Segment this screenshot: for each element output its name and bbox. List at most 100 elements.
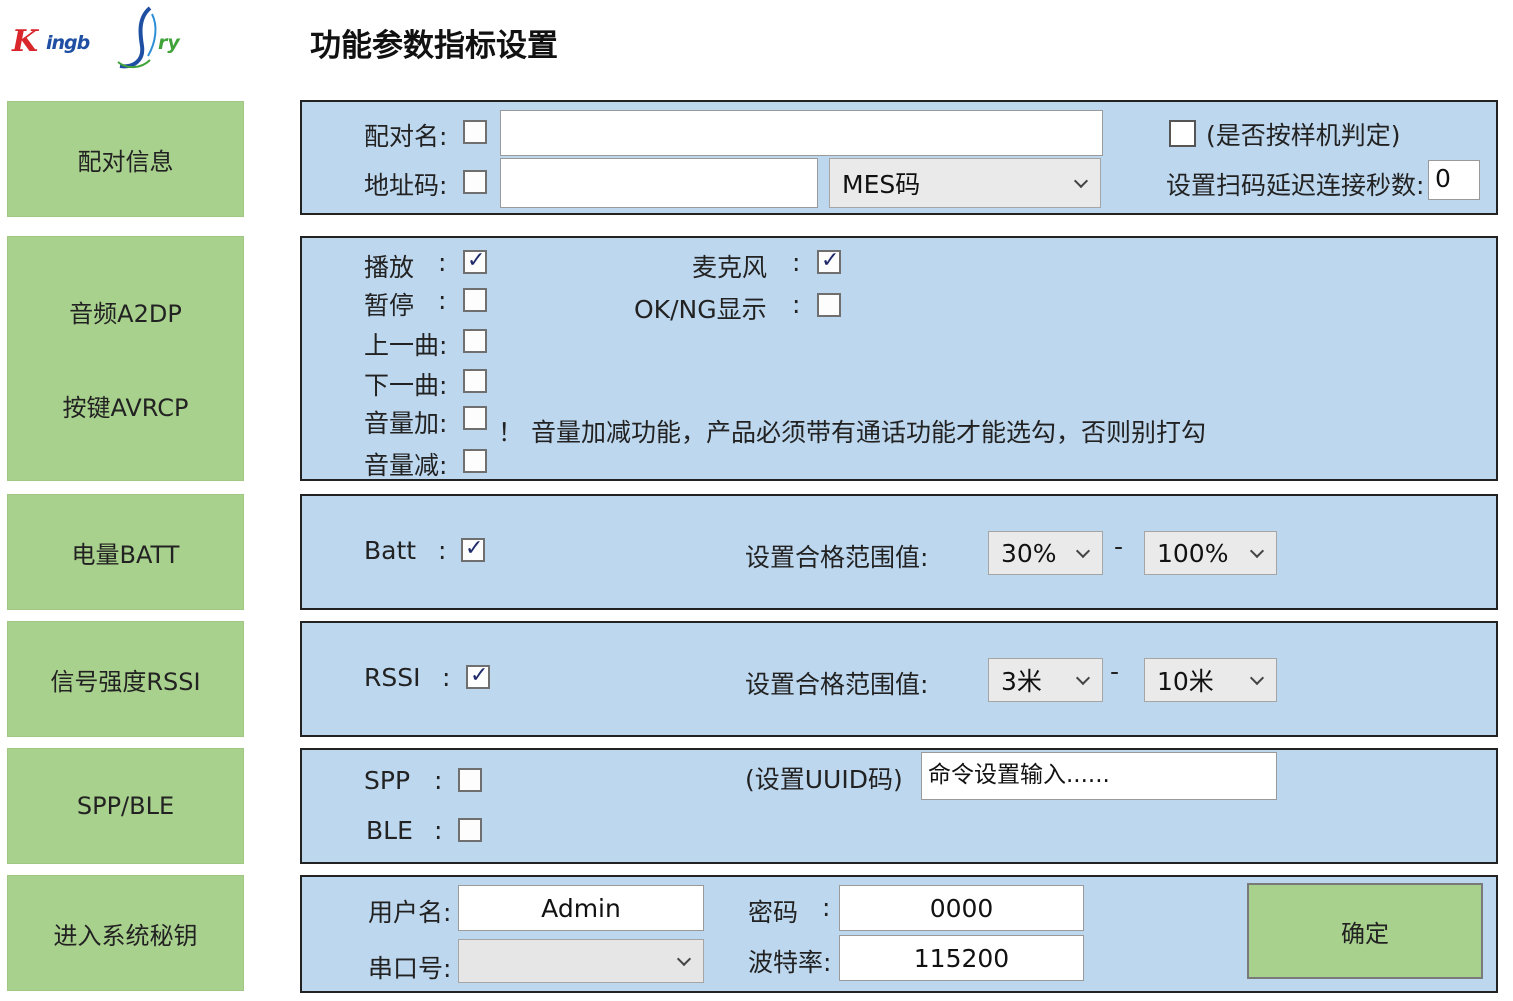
sidebar-item-audio-keys[interactable]: 音频A2DP 按键AVRCP bbox=[7, 236, 244, 481]
ble-label: BLE bbox=[366, 816, 413, 845]
battery-panel: Batt : ✓ 设置合格范围值: 30% - 100% bbox=[300, 494, 1498, 610]
play-label: 播放 bbox=[364, 253, 415, 282]
checkmark-icon: ✓ bbox=[821, 248, 840, 273]
checkmark-icon: ✓ bbox=[465, 536, 484, 561]
spp-colon: : bbox=[434, 766, 443, 795]
pair-name-label: 配对名: bbox=[364, 122, 448, 151]
volume-down-label: 音量减: bbox=[364, 451, 448, 480]
batt-min-select[interactable]: 30% bbox=[988, 531, 1103, 575]
volume-down-checkbox[interactable] bbox=[463, 449, 487, 473]
logo-swoosh-icon bbox=[117, 6, 157, 69]
sample-judge-label: (是否按样机判定) bbox=[1206, 121, 1401, 150]
address-label: 地址码: bbox=[364, 171, 448, 200]
sidebar-item-spp-ble[interactable]: SPP/BLE bbox=[7, 748, 244, 864]
prev-track-label: 上一曲: bbox=[364, 331, 448, 360]
sidebar-item-label-keys: 按键AVRCP bbox=[62, 393, 189, 422]
password-input[interactable]: 0000 bbox=[839, 885, 1084, 931]
play-checkbox[interactable]: ✓ bbox=[463, 248, 487, 274]
rssi-min-value: 3米 bbox=[1001, 667, 1042, 696]
sample-judge-checkbox[interactable] bbox=[1169, 120, 1196, 147]
okng-label: OK/NG显示 bbox=[634, 295, 767, 324]
sidebar-item-system-key[interactable]: 进入系统秘钥 bbox=[7, 875, 244, 991]
chevron-down-icon bbox=[1249, 670, 1265, 686]
rssi-min-select[interactable]: 3米 bbox=[988, 658, 1103, 702]
batt-label: Batt bbox=[364, 536, 417, 565]
serial-port-label: 串口号: bbox=[368, 954, 452, 983]
pause-colon: : bbox=[438, 286, 447, 315]
password-label: 密码 bbox=[748, 898, 799, 927]
confirm-button[interactable]: 确定 bbox=[1247, 883, 1483, 979]
chevron-down-icon bbox=[1249, 543, 1265, 559]
next-track-checkbox[interactable] bbox=[463, 369, 487, 393]
rssi-max-value: 10米 bbox=[1157, 667, 1214, 696]
volume-up-checkbox[interactable] bbox=[463, 406, 487, 430]
username-input[interactable]: Admin bbox=[458, 885, 704, 931]
baud-rate-label: 波特率: bbox=[748, 948, 832, 977]
chevron-down-icon bbox=[1075, 670, 1091, 686]
rssi-range-label: 设置合格范围值: bbox=[745, 670, 929, 699]
page-title: 功能参数指标设置 bbox=[310, 28, 558, 64]
sidebar-item-label: 信号强度RSSI bbox=[50, 667, 201, 696]
uuid-label: (设置UUID码) bbox=[745, 765, 903, 794]
checkmark-icon: ✓ bbox=[470, 663, 489, 688]
audio-keys-panel: 播放 : ✓ 暂停 : 上一曲: 下一曲: 音量加: 音量减: 麦克风 : ✓ … bbox=[300, 236, 1498, 481]
chevron-down-icon bbox=[676, 951, 692, 967]
confirm-button-label: 确定 bbox=[1341, 919, 1389, 948]
scan-delay-input[interactable]: 0 bbox=[1428, 160, 1480, 200]
mic-colon: : bbox=[792, 248, 801, 277]
sidebar-item-label: 配对信息 bbox=[77, 147, 174, 176]
volume-warning-text: ！ 音量加减功能，产品必须带有通话功能才能选勾，否则别打勾 bbox=[498, 418, 1206, 447]
play-colon: : bbox=[438, 248, 447, 277]
address-checkbox[interactable] bbox=[463, 170, 487, 194]
spp-label: SPP bbox=[364, 766, 411, 795]
sidebar-item-rssi[interactable]: 信号强度RSSI bbox=[7, 621, 244, 737]
pairing-panel: 配对名: 地址码: MES码 (是否按样机判定) 设置扫码延迟连接秒数: 0 bbox=[300, 100, 1498, 215]
pause-checkbox[interactable] bbox=[463, 288, 487, 312]
batt-max-value: 100% bbox=[1157, 538, 1229, 568]
batt-checkbox[interactable]: ✓ bbox=[461, 536, 485, 562]
batt-max-select[interactable]: 100% bbox=[1144, 531, 1277, 575]
password-colon: : bbox=[822, 893, 831, 922]
rssi-checkbox[interactable]: ✓ bbox=[466, 663, 490, 689]
chevron-down-icon bbox=[1073, 173, 1089, 189]
pause-label: 暂停 bbox=[364, 291, 415, 320]
chevron-down-icon bbox=[1075, 543, 1091, 559]
okng-colon: : bbox=[792, 290, 801, 319]
username-label: 用户名: bbox=[368, 898, 452, 927]
address-input[interactable] bbox=[500, 158, 818, 208]
serial-port-select[interactable] bbox=[458, 939, 704, 983]
prev-track-checkbox[interactable] bbox=[463, 329, 487, 353]
mic-checkbox[interactable]: ✓ bbox=[817, 248, 841, 274]
spp-checkbox[interactable] bbox=[458, 768, 482, 792]
logo-letter-k: K bbox=[12, 24, 39, 59]
rssi-colon: : bbox=[442, 663, 451, 692]
batt-range-label: 设置合格范围值: bbox=[745, 543, 929, 572]
sidebar-item-pairing[interactable]: 配对信息 bbox=[7, 101, 244, 217]
rssi-range-dash: - bbox=[1110, 657, 1120, 686]
rssi-max-select[interactable]: 10米 bbox=[1144, 658, 1277, 702]
volume-up-label: 音量加: bbox=[364, 409, 448, 438]
next-track-label: 下一曲: bbox=[364, 371, 448, 400]
ble-checkbox[interactable] bbox=[458, 818, 482, 842]
baud-rate-input[interactable]: 115200 bbox=[839, 935, 1084, 981]
sidebar-item-label: 进入系统秘钥 bbox=[53, 921, 198, 950]
checkmark-icon: ✓ bbox=[467, 248, 486, 273]
sidebar-item-battery[interactable]: 电量BATT bbox=[7, 494, 244, 610]
batt-min-value: 30% bbox=[1001, 538, 1057, 568]
ble-colon: : bbox=[434, 816, 443, 845]
sidebar-item-label-audio: 音频A2DP bbox=[69, 300, 182, 329]
batt-range-dash: - bbox=[1114, 532, 1124, 561]
mic-label: 麦克风 bbox=[692, 253, 768, 282]
rssi-panel: RSSI : ✓ 设置合格范围值: 3米 - 10米 bbox=[300, 621, 1498, 737]
pair-name-checkbox[interactable] bbox=[463, 120, 487, 144]
okng-checkbox[interactable] bbox=[817, 293, 841, 317]
uuid-input[interactable]: 命令设置输入...... bbox=[921, 752, 1277, 800]
kingbry-logo: K ingb ry bbox=[8, 2, 198, 72]
pair-name-input[interactable] bbox=[500, 110, 1103, 156]
login-panel: 用户名: Admin 密码 : 0000 串口号: 波特率: 115200 确定 bbox=[300, 875, 1498, 993]
logo-text-ingb: ingb bbox=[46, 32, 90, 54]
logo-text-ry: ry bbox=[158, 32, 180, 54]
rssi-label: RSSI bbox=[364, 663, 421, 692]
mes-select[interactable]: MES码 bbox=[829, 158, 1101, 208]
mes-select-value: MES码 bbox=[842, 170, 921, 199]
